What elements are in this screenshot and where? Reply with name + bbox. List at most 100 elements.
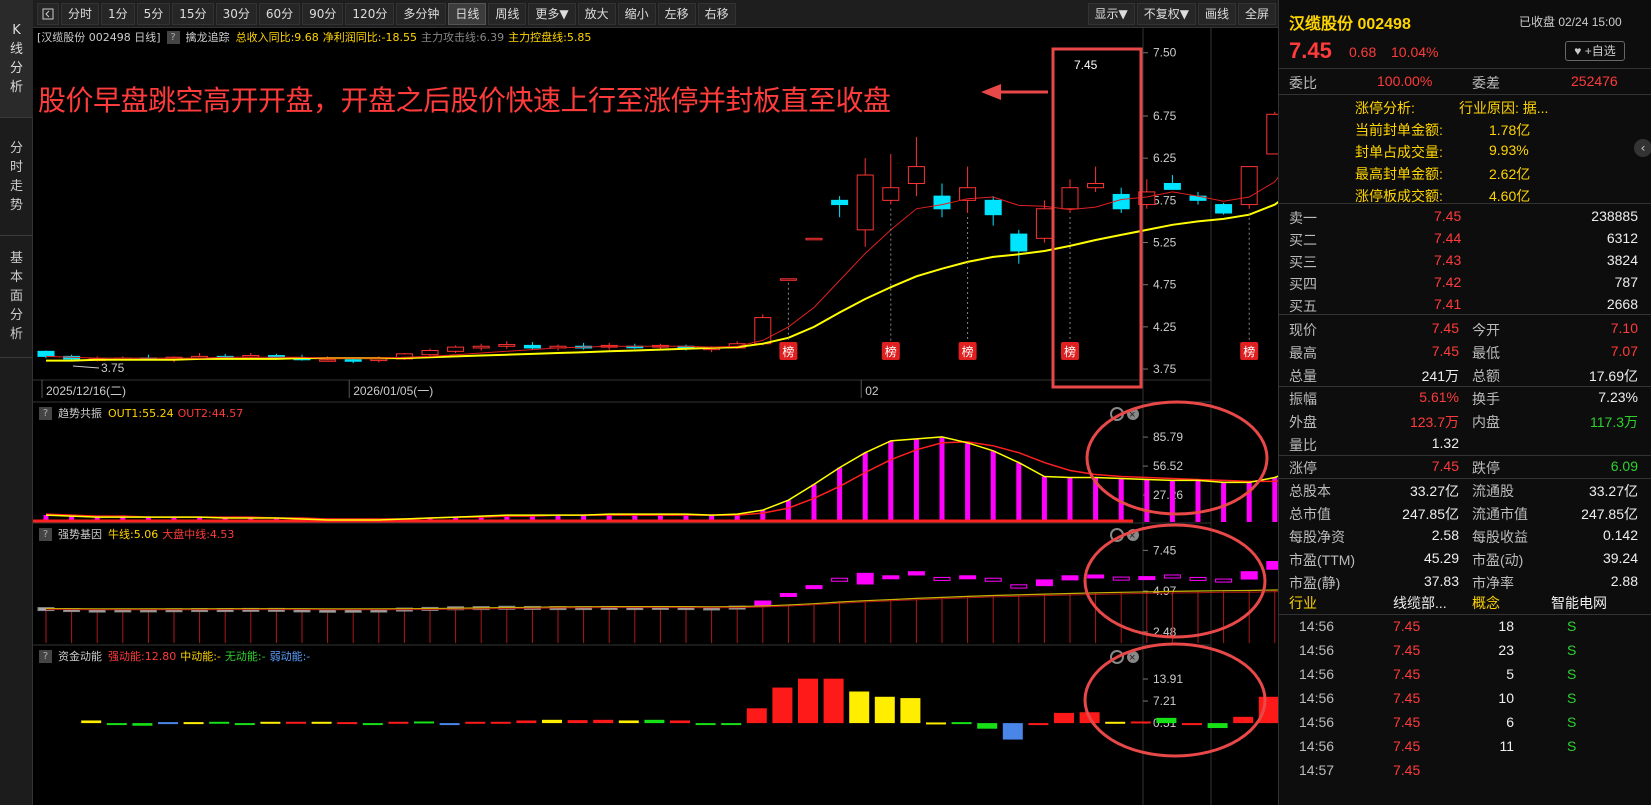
period-button[interactable]: 放大 — [577, 2, 616, 25]
stat-value: 33.27亿 — [1409, 483, 1459, 499]
candle-body — [421, 349, 439, 356]
tick-direction: S — [1567, 690, 1577, 706]
period-button[interactable]: 90分 — [302, 2, 344, 25]
stat-value: 0.142 — [1602, 527, 1638, 543]
toolbar-option-button[interactable]: 全屏 — [1237, 2, 1276, 25]
stat-row: 量比 1.32 — [1279, 432, 1651, 455]
bang-label: 榜 — [885, 344, 897, 359]
help-icon[interactable]: ? — [39, 649, 52, 663]
money-bar — [772, 687, 793, 724]
add-watchlist-button[interactable]: ♥ +自选 — [1565, 41, 1625, 61]
help-icon[interactable]: ? — [39, 527, 52, 541]
help-icon[interactable]: ? — [39, 406, 52, 420]
period-button[interactable]: 更多▼ — [528, 2, 576, 25]
candle — [805, 237, 823, 241]
period-button[interactable]: 120分 — [345, 2, 395, 25]
period-button[interactable]: 左移 — [657, 2, 696, 25]
limit-value[interactable]: 行业原因: 据... — [1459, 98, 1548, 118]
candle — [882, 153, 900, 205]
help-icon[interactable]: ? — [166, 30, 180, 44]
stock-title: [汉缆股份 002498 日线] — [37, 31, 161, 44]
trend-bar — [1195, 480, 1201, 522]
annotation-text: 股价早盘跳空高开开盘，开盘之后股价快速上行至涨停并封板直至收盘 — [38, 84, 891, 117]
candle-body — [984, 199, 1002, 216]
y-tick-label: 6.25 — [1153, 151, 1177, 165]
candle-body — [1010, 233, 1028, 252]
concept-value[interactable]: 智能电网 — [1551, 593, 1607, 613]
y-tick-label: 85.79 — [1153, 430, 1183, 444]
period-button[interactable]: 缩小 — [617, 2, 656, 25]
tick-row: 14:56 7.45 11 S — [1279, 734, 1651, 758]
candle-body — [805, 237, 823, 241]
order-book-row: 买五 7.41 2668 — [1279, 293, 1651, 315]
toolbar-option-button[interactable]: 不复权▼ — [1136, 2, 1196, 25]
stat-value: 7.10 — [1610, 320, 1638, 336]
indicator-profit: 净利润同比:-18.55 — [322, 31, 417, 44]
stat-row: 振幅 5.61% 换手 7.23% — [1279, 386, 1651, 409]
period-button[interactable]: 周线 — [488, 2, 527, 25]
trend-bar — [1221, 482, 1227, 522]
order-price: 7.44 — [1434, 230, 1462, 246]
gene-candle — [805, 585, 823, 590]
weibi-value: 100.00% — [1377, 73, 1433, 89]
tab-intraday-trend[interactable]: 分时走势 — [0, 118, 33, 236]
candle — [831, 196, 849, 218]
period-button[interactable]: 5分 — [136, 2, 171, 25]
trend-bar — [785, 500, 791, 522]
collapse-side-icon[interactable]: ‹ — [1634, 139, 1651, 157]
gene-candle — [1215, 578, 1233, 583]
industry-value[interactable]: 线缆部... — [1393, 593, 1447, 613]
gene-candle — [933, 576, 951, 581]
period-button[interactable]: 日线 — [448, 2, 487, 25]
period-button[interactable]: 分时 — [61, 2, 100, 25]
gene-candle — [1061, 575, 1079, 581]
money-bar — [132, 723, 153, 726]
gene-candle — [984, 577, 1002, 582]
stat-value: 247.85亿 — [1581, 506, 1638, 522]
kline-chart-area[interactable]: 7.50 6.75 6.25 5.75 5.25 4.75 4.25 3.75 2025/12/… — [33, 28, 1278, 805]
gene-candle — [959, 575, 977, 580]
candle — [421, 348, 439, 357]
limit-key: 最高封单金额: — [1355, 166, 1443, 182]
weibi-label: 委比 — [1289, 75, 1317, 91]
order-label: 买二 — [1289, 232, 1317, 248]
stat-value: 39.24 — [1602, 550, 1638, 566]
money-bar — [286, 721, 306, 724]
stat-label: 内盘 — [1472, 414, 1500, 430]
money-panel-header: ? 资金动能 强动能:12.80 中动能:- 无动能:- 弱动能:- — [33, 647, 310, 665]
tick-direction: S — [1567, 666, 1577, 682]
collapse-icon[interactable] — [37, 2, 59, 25]
order-volume: 2668 — [1606, 296, 1638, 312]
order-book-row: 买二 7.44 6312 — [1279, 227, 1651, 249]
highlight-box — [1051, 47, 1143, 389]
price-row: 7.45 0.68 10.04% ♥ +自选 — [1279, 38, 1651, 66]
stat-value: 6.09 — [1610, 458, 1638, 474]
period-button[interactable]: 60分 — [258, 2, 301, 25]
y-tick-label: 13.91 — [1153, 672, 1183, 686]
tick-price: 7.45 — [1393, 738, 1421, 754]
money-weak: 弱动能:- — [269, 650, 311, 663]
stat-row: 现价 7.45 今开 7.10 — [1279, 317, 1651, 340]
tick-direction: S — [1567, 738, 1577, 754]
tab-kline-analysis[interactable]: K线分析 — [0, 0, 33, 118]
period-button[interactable]: 右移 — [697, 2, 736, 25]
tick-volume: 6 — [1506, 714, 1514, 730]
period-button[interactable]: 1分 — [101, 2, 135, 25]
stat-value: 2.58 — [1431, 527, 1459, 543]
annotation-arrowhead — [981, 84, 1001, 100]
order-volume: 6312 — [1606, 230, 1638, 246]
money-bar — [823, 678, 844, 724]
period-button[interactable]: 15分 — [172, 2, 214, 25]
stat-label: 最低 — [1472, 345, 1500, 361]
trend-bar — [1144, 479, 1150, 522]
toolbar-option-button[interactable]: 显示▼ — [1087, 2, 1135, 25]
tab-fundamental-analysis[interactable]: 基本面分析 — [0, 236, 33, 358]
toolbar-option-button[interactable]: 画线 — [1197, 2, 1236, 25]
period-button[interactable]: 30分 — [215, 2, 257, 25]
ma-fast-line — [45, 176, 1278, 359]
order-book-row: 买四 7.42 787 — [1279, 271, 1651, 293]
period-toolbar: 分时 1分 5分 15分 30分 60分 90分 120分 多分钟 日线 周线 更多▼ 放大 缩小 左移 右移… — [33, 0, 1278, 28]
y-tick-label: 5.25 — [1153, 236, 1177, 250]
period-button[interactable]: 多分钟 — [396, 2, 447, 25]
limit-value: 9.93% — [1489, 142, 1529, 158]
